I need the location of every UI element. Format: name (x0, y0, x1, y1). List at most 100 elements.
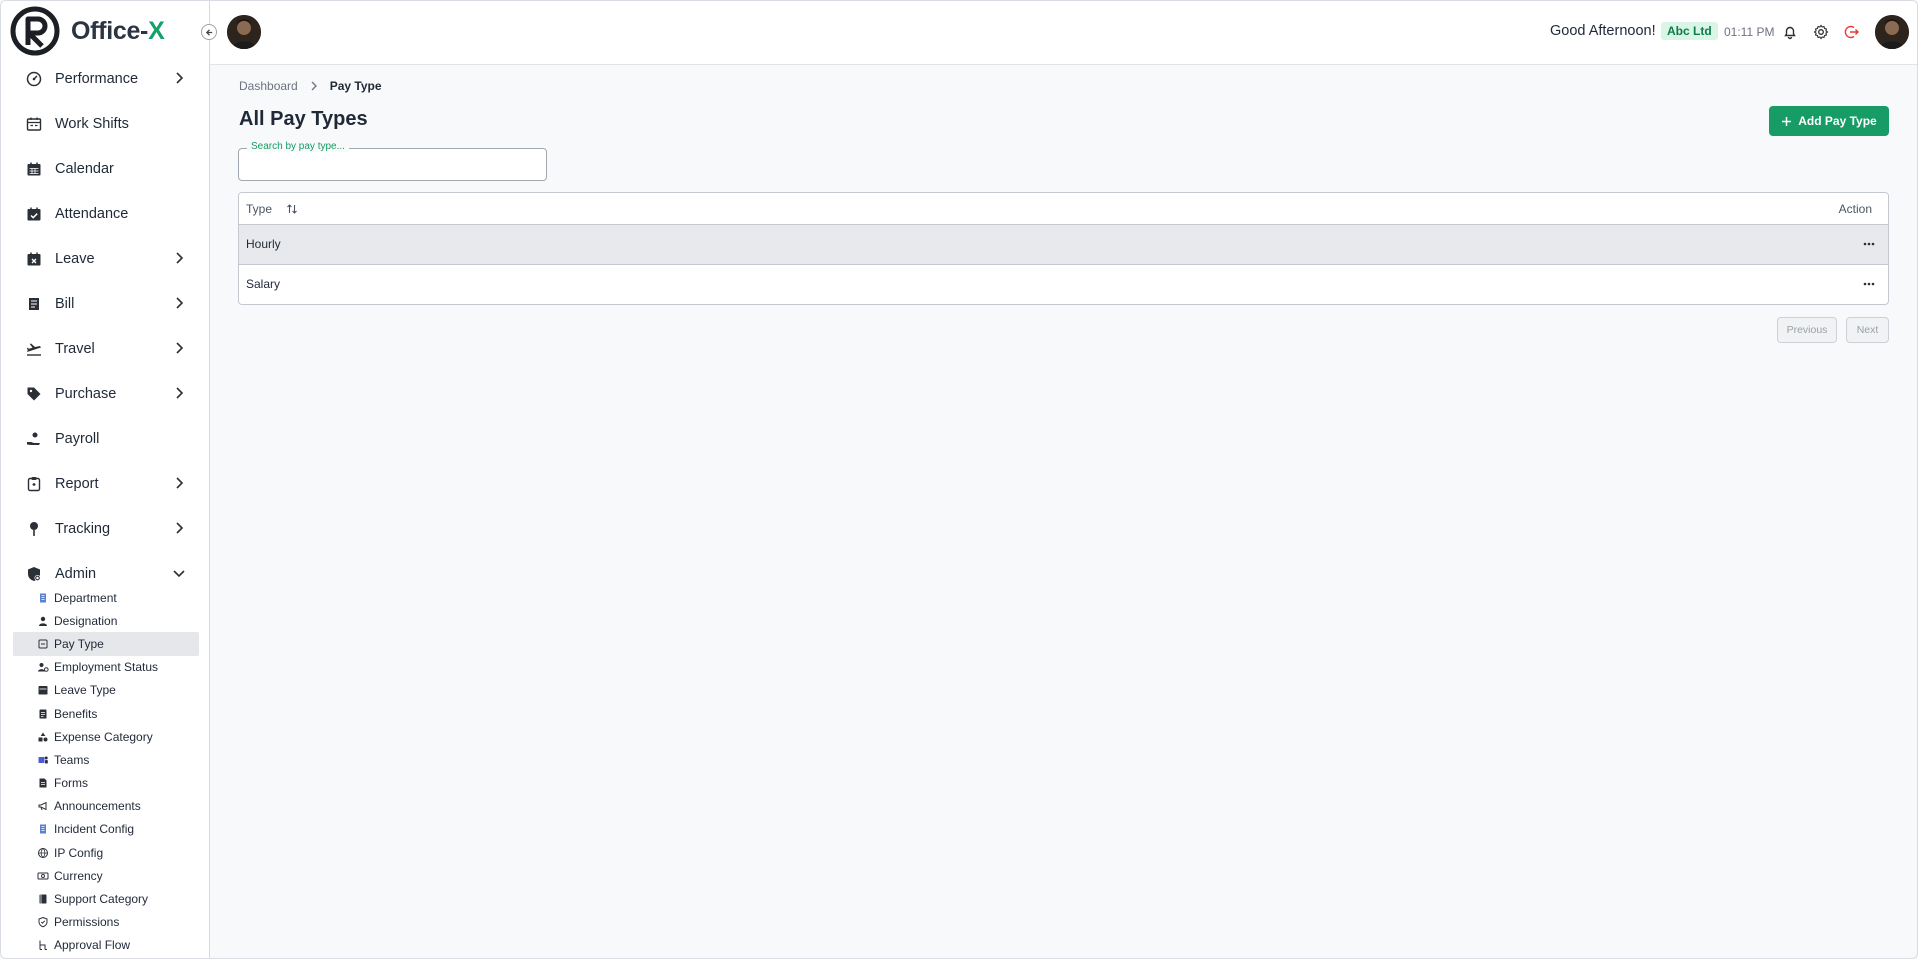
sidebar-item-label: Report (55, 475, 99, 492)
more-actions-icon[interactable] (1862, 281, 1876, 287)
sidebar-item-bill[interactable]: Bill (13, 281, 199, 326)
admin-item-ip-config[interactable]: IP Config (13, 841, 199, 864)
avatar-image (227, 15, 261, 49)
type-cell: Hourly (246, 237, 281, 251)
paytype-icon (38, 639, 48, 649)
bell-icon[interactable] (1782, 24, 1798, 40)
admin-item-teams[interactable]: Teams (13, 748, 199, 771)
chevron-right-icon (176, 522, 184, 534)
avatar[interactable] (227, 15, 261, 49)
admin-item-approval-flow[interactable]: Approval Flow (13, 934, 199, 957)
sidebar-item-work-shifts[interactable]: Work Shifts (13, 101, 199, 146)
admin-item-pay-type[interactable]: Pay Type (13, 632, 199, 656)
admin-item-leave-type[interactable]: Leave Type (13, 679, 199, 702)
admin-item-currency[interactable]: Currency (13, 864, 199, 887)
sidebar-item-attendance[interactable]: Attendance (13, 191, 199, 236)
search-input[interactable] (239, 149, 549, 178)
logout-icon[interactable] (1844, 24, 1860, 40)
admin-item-label: IP Config (54, 845, 104, 860)
admin-item-announcements[interactable]: Announcements (13, 795, 199, 818)
pay-type-table: Type Action Hourly Salary (238, 192, 1889, 305)
table-row[interactable]: Hourly (239, 225, 1888, 265)
page-title: All Pay Types (239, 108, 368, 130)
arrow-left-icon (205, 28, 212, 36)
admin-item-support-category[interactable]: Support Category (13, 887, 199, 910)
building-icon (40, 593, 46, 603)
column-type-header[interactable]: Type (246, 202, 272, 216)
table-header: Type Action (239, 193, 1888, 225)
app-name-main: Office- (71, 16, 149, 45)
globe-icon (38, 847, 48, 858)
admin-item-label: Department (54, 590, 117, 605)
money-icon (37, 872, 49, 880)
sidebar-item-payroll[interactable]: Payroll (13, 416, 199, 461)
chevron-right-icon (311, 81, 317, 91)
sidebar-item-label: Bill (55, 295, 75, 312)
sidebar-item-label: Performance (55, 70, 139, 87)
calendar-x-icon (27, 252, 41, 265)
previous-button[interactable]: Previous (1777, 317, 1837, 343)
calendar-check-icon (27, 207, 41, 220)
table-body: Hourly Salary (239, 225, 1888, 304)
admin-item-forms[interactable]: Forms (13, 772, 199, 795)
admin-item-label: Incident Config (54, 822, 135, 837)
admin-item-department[interactable]: Department (13, 586, 199, 609)
plus-icon (1782, 116, 1792, 126)
app-name-accent: X (148, 16, 165, 45)
sidebar-item-report[interactable]: Report (13, 461, 199, 506)
hand-coin-icon (27, 432, 40, 445)
admin-item-employment-status[interactable]: Employment Status (13, 656, 199, 679)
table-row[interactable]: Salary (239, 265, 1888, 304)
type-cell: Salary (246, 277, 281, 291)
admin-item-expense-category[interactable]: Expense Category (13, 725, 199, 748)
chevron-right-icon (176, 342, 184, 354)
admin-item-benefits[interactable]: Benefits (13, 702, 199, 725)
sidebar-item-tracking[interactable]: Tracking (13, 506, 199, 551)
sidebar-nav: Performance Work Shifts Calendar Attendance… (13, 56, 199, 596)
sidebar: Office-X Performance Work Shifts Calendar A… (1, 1, 210, 958)
admin-item-designation[interactable]: Designation (13, 609, 199, 632)
breadcrumb-dashboard[interactable]: Dashboard (239, 79, 298, 93)
sidebar-item-leave[interactable]: Leave (13, 236, 199, 281)
plane-icon (26, 343, 41, 356)
more-actions-icon[interactable] (1862, 241, 1876, 247)
sidebar-item-label: Work Shifts (55, 115, 129, 132)
pin-icon (30, 521, 38, 536)
sidebar-item-travel[interactable]: Travel (13, 326, 199, 371)
user-avatar[interactable] (1875, 15, 1909, 49)
company-badge[interactable]: Abc Ltd (1661, 22, 1718, 40)
form-icon (39, 778, 47, 788)
incident-icon (40, 824, 46, 834)
admin-item-label: Teams (54, 752, 90, 767)
sidebar-item-label: Tracking (55, 520, 111, 537)
sidebar-item-label: Admin (55, 565, 97, 582)
top-bar: Good Afternoon! Abc Ltd 01:11 PM (210, 1, 1917, 65)
next-button[interactable]: Next (1846, 317, 1889, 343)
admin-item-label: Permissions (54, 915, 120, 930)
breadcrumb: Dashboard Pay Type (239, 79, 382, 93)
app-window: Office-X Performance Work Shifts Calendar A… (0, 0, 1918, 959)
sort-icon[interactable] (286, 203, 298, 215)
sidebar-item-label: Payroll (55, 430, 100, 447)
sidebar-item-calendar[interactable]: Calendar (13, 146, 199, 191)
sidebar-item-performance[interactable]: Performance (13, 56, 199, 101)
admin-item-incident-config[interactable]: Incident Config (13, 818, 199, 841)
admin-item-label: Support Category (54, 892, 149, 907)
admin-item-label: Designation (54, 613, 118, 628)
sidebar-item-label: Travel (55, 340, 95, 357)
search-field[interactable] (238, 148, 549, 181)
tag-icon (27, 387, 41, 400)
collapse-sidebar-button[interactable] (201, 24, 217, 40)
book-icon (39, 894, 47, 904)
sidebar-item-purchase[interactable]: Purchase (13, 371, 199, 416)
sidebar-item-label: Calendar (55, 160, 114, 177)
app-logo[interactable]: Office-X (9, 5, 165, 57)
admin-item-label: Employment Status (54, 660, 159, 675)
add-pay-type-button[interactable]: Add Pay Type (1769, 106, 1889, 136)
megaphone-icon (38, 801, 47, 811)
admin-item-permissions[interactable]: Permissions (13, 911, 199, 934)
chevron-right-icon (176, 387, 184, 399)
logo-mark-icon (10, 6, 60, 56)
gear-icon[interactable] (1813, 24, 1829, 40)
calendar-icon (27, 162, 41, 175)
